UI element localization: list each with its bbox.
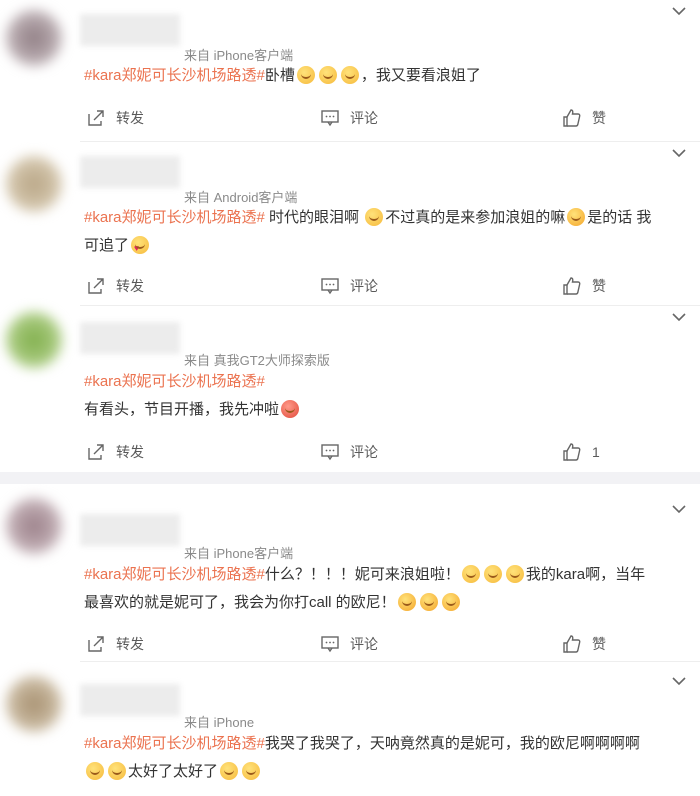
avatar[interactable]: [6, 498, 62, 554]
avatar[interactable]: [6, 312, 62, 368]
emoji-icon: [365, 208, 384, 226]
avatar[interactable]: [6, 10, 62, 66]
comment-text: #kara郑妮可长沙机场路透#我哭了我哭了，天呐竟然真的是妮可，我的欧尼啊啊啊啊…: [84, 735, 640, 780]
emoji-icon: [131, 234, 150, 262]
username-blurred[interactable]: [80, 322, 180, 354]
comment-feed: 来自 iPhone客户端 #kara郑妮可长沙机场路透#卧槽 ，我又要看浪姐了 转…: [0, 0, 700, 796]
emoji-icon: [567, 208, 586, 226]
username-blurred[interactable]: [80, 156, 180, 188]
share-icon: [86, 276, 106, 296]
emoji-icon: [419, 593, 438, 611]
comment-item: 来自 iPhone #kara郑妮可长沙机场路透#我哭了我哭了，天呐竟然真的是妮…: [0, 662, 700, 796]
username-blurred[interactable]: [80, 514, 180, 546]
hashtag-link[interactable]: #kara郑妮可长沙机场路透#: [84, 566, 265, 583]
share-button[interactable]: 转发: [86, 108, 144, 128]
action-bar: 转发 评论 赞: [0, 276, 700, 296]
like-icon: [562, 276, 582, 296]
action-bar: 转发 评论 赞: [0, 634, 700, 654]
share-icon: [86, 634, 106, 654]
share-icon: [86, 108, 106, 128]
like-icon: [562, 108, 582, 128]
comment-icon: [320, 634, 340, 654]
comment-icon: [320, 108, 340, 128]
post-source: 来自 真我GT2大师探索版: [184, 353, 330, 368]
comment-text: #kara郑妮可长沙机场路透# 时代的眼泪啊 不过真的是来参加浪姐的嘛 是的话 我…: [84, 204, 676, 262]
emoji-icon: [318, 66, 337, 84]
emoji-icon: [397, 593, 416, 611]
emoji-icon: [505, 565, 524, 583]
emoji-icon: [441, 593, 460, 611]
share-button[interactable]: 转发: [86, 634, 144, 654]
like-button[interactable]: 赞: [562, 108, 606, 128]
like-button[interactable]: 1: [562, 442, 600, 462]
like-icon: [562, 634, 582, 654]
comment-button[interactable]: 评论: [320, 442, 378, 462]
hashtag-link[interactable]: #kara郑妮可长沙机场路透#: [84, 373, 265, 390]
hashtag-link[interactable]: #kara郑妮可长沙机场路透#: [84, 209, 265, 226]
share-button[interactable]: 转发: [86, 276, 144, 296]
chevron-down-icon[interactable]: [672, 504, 686, 514]
avatar[interactable]: [6, 676, 62, 732]
chevron-down-icon[interactable]: [672, 148, 686, 158]
comment-item: 来自 Android客户端 #kara郑妮可长沙机场路透# 时代的眼泪啊 不过真…: [0, 142, 700, 306]
action-bar: 转发 评论 1: [0, 442, 700, 462]
emoji-icon: [281, 400, 300, 418]
hashtag-link[interactable]: #kara郑妮可长沙机场路透#: [84, 67, 265, 84]
emoji-icon: [242, 762, 261, 780]
like-button[interactable]: 赞: [562, 634, 606, 654]
post-source: 来自 iPhone客户端: [184, 546, 294, 561]
emoji-icon: [461, 565, 480, 583]
post-source: 来自 iPhone: [184, 715, 255, 730]
emoji-icon: [86, 762, 104, 780]
share-button[interactable]: 转发: [86, 442, 144, 462]
comment-button[interactable]: 评论: [320, 276, 378, 296]
avatar[interactable]: [6, 156, 62, 212]
share-icon: [86, 442, 106, 462]
username-blurred[interactable]: [80, 14, 180, 46]
comment-icon: [320, 442, 340, 462]
hashtag-link[interactable]: #kara郑妮可长沙机场路透#: [84, 735, 265, 752]
emoji-icon: [296, 66, 315, 84]
comment-text: #kara郑妮可长沙机场路透# 有看头，节目开播，我先冲啦: [84, 368, 676, 424]
emoji-icon: [340, 66, 359, 84]
comment-item: 来自 iPhone客户端 #kara郑妮可长沙机场路透#卧槽 ，我又要看浪姐了 转…: [0, 0, 700, 142]
comment-item: 来自 真我GT2大师探索版 #kara郑妮可长沙机场路透# 有看头，节目开播，我先…: [0, 306, 700, 472]
chevron-down-icon[interactable]: [672, 312, 686, 322]
emoji-icon: [220, 762, 239, 780]
comment-button[interactable]: 评论: [320, 634, 378, 654]
username-blurred[interactable]: [80, 684, 180, 716]
comment-item: 来自 iPhone客户端 #kara郑妮可长沙机场路透#什么？！！！妮可来浪姐啦…: [0, 484, 700, 662]
emoji-icon: [483, 565, 502, 583]
comment-icon: [320, 276, 340, 296]
comment-text: #kara郑妮可长沙机场路透#卧槽 ，我又要看浪姐了: [84, 66, 481, 84]
like-button[interactable]: 赞: [562, 276, 606, 296]
chevron-down-icon[interactable]: [672, 676, 686, 686]
like-count: 1: [592, 444, 600, 460]
emoji-icon: [108, 762, 126, 780]
section-gap: [0, 472, 700, 484]
chevron-down-icon[interactable]: [672, 6, 686, 16]
comment-button[interactable]: 评论: [320, 108, 378, 128]
action-bar: 转发 评论 赞: [0, 108, 700, 128]
like-icon: [562, 442, 582, 462]
comment-text: #kara郑妮可长沙机场路透#什么？！！！妮可来浪姐啦！ 我的kara啊，当年 最喜…: [84, 565, 646, 611]
